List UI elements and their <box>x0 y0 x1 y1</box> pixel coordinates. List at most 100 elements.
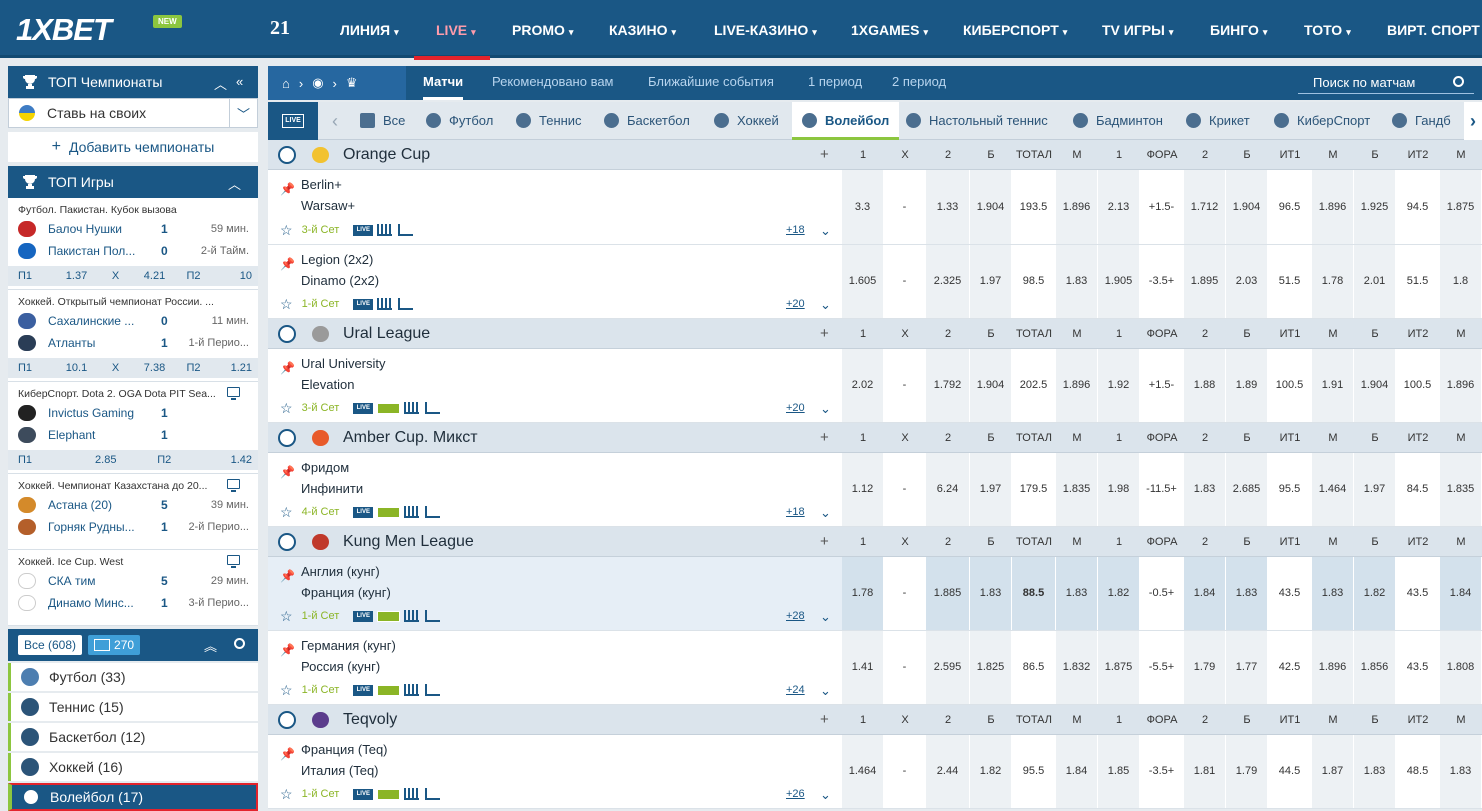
sport-chip-7[interactable]: Бадминтон <box>1073 102 1163 140</box>
sport-chip-8[interactable]: Крикет <box>1186 102 1250 140</box>
star-icon[interactable]: ☆ <box>280 786 293 803</box>
chevron-down-icon[interactable]: ⌄ <box>820 609 831 625</box>
chevron-down-icon[interactable]: ⌄ <box>820 787 831 803</box>
search-matches-input[interactable]: Поиск по матчам <box>1298 72 1474 94</box>
odds-cell[interactable]: 1.82 <box>1098 557 1140 630</box>
odds-cell[interactable]: 94.5 <box>1396 170 1440 244</box>
star-icon[interactable]: ☆ <box>280 608 293 625</box>
odds-cell[interactable]: 1.79 <box>1184 631 1226 704</box>
odds-cell[interactable]: П1 <box>18 362 57 374</box>
nav-item-4[interactable]: LIVE-КАЗИНО ▾ <box>714 0 817 58</box>
team-row[interactable]: СКА тим 5 29 мин. <box>8 570 258 592</box>
odds-cell[interactable]: 2.02 <box>842 349 884 422</box>
odds-cell[interactable]: 2.325 <box>926 245 970 318</box>
odds-cell[interactable]: 1.835 <box>1440 453 1482 526</box>
chart-icon[interactable] <box>425 506 441 518</box>
league-header[interactable]: Ural League +1 X 2 Б ТОТАЛ М 1 ФОРА 2 Б ИТ1 М Б ИТ2 М <box>268 319 1482 349</box>
team-row[interactable]: Пакистан Пол... 0 2-й Тайм. <box>8 240 258 262</box>
collapse-icon[interactable]: ︿ <box>228 174 241 193</box>
more-bets-link[interactable]: +28 <box>786 610 805 622</box>
odds-cell[interactable]: 1.8 <box>1440 245 1482 318</box>
odds-cell[interactable]: 1.832 <box>1056 631 1098 704</box>
star-icon[interactable]: ☆ <box>280 222 293 239</box>
odds-cell[interactable]: 1.896 <box>1440 349 1482 422</box>
odds-cell[interactable]: 1.83 <box>1312 557 1354 630</box>
team-row[interactable]: Динамо Минс... 1 3-й Перио... <box>8 592 258 614</box>
odds-cell[interactable]: 1.85 <box>1098 735 1140 808</box>
odds-cell[interactable]: -3.5+ <box>1140 245 1184 318</box>
chart-icon[interactable] <box>425 788 441 800</box>
statistics-icon[interactable] <box>377 298 393 310</box>
pin-icon[interactable]: 📌 <box>280 747 295 761</box>
team-away[interactable]: Elevation <box>301 377 354 392</box>
odds-cell[interactable]: 6.24 <box>926 453 970 526</box>
top-game-card[interactable]: Хоккей. Чемпионат Казахстана до 20... Аст… <box>8 474 258 550</box>
search-icon[interactable] <box>1453 76 1464 87</box>
pin-icon[interactable]: 📌 <box>280 182 295 196</box>
match-row[interactable]: 📌Berlin+Warsaw+01627252252914☆3-й СетLIV… <box>268 170 1482 245</box>
odds-cell[interactable]: X <box>96 362 135 374</box>
top-game-card[interactable]: Хоккей. Ice Cup. West СКА тим 5 29 мин. Дина… <box>8 550 258 626</box>
chevron-right-icon[interactable]: › <box>1464 102 1482 140</box>
match-row[interactable]: 📌Англия (кунг)Франция (кунг)018018☆1-й С… <box>268 557 1482 631</box>
field-tracker-icon[interactable] <box>377 788 401 800</box>
statistics-icon[interactable] <box>404 788 420 800</box>
odds-cell[interactable]: 1.904 <box>970 170 1012 244</box>
odds-cell[interactable]: 42.5 <box>1268 631 1312 704</box>
odds-cell[interactable]: 1.605 <box>842 245 884 318</box>
nav-item-7[interactable]: TV ИГРЫ ▾ <box>1102 0 1173 58</box>
league-header[interactable]: Amber Cup. Микст +1 X 2 Б ТОТАЛ М 1 ФОРА 2 Б ИТ1 М Б И… <box>268 423 1482 453</box>
odds-cell[interactable]: 1.97 <box>970 453 1012 526</box>
odds-cell[interactable]: 1.905 <box>1098 245 1140 318</box>
team-row[interactable]: Горняк Рудны... 1 2-й Перио... <box>8 516 258 538</box>
odds-cell[interactable]: 51.5 <box>1268 245 1312 318</box>
league-header[interactable]: Orange Cup +1 X 2 Б ТОТАЛ М 1 ФОРА 2 Б ИТ1 М Б ИТ2 М <box>268 140 1482 170</box>
live-stream-icon[interactable]: LIVE <box>353 788 374 800</box>
odds-cell[interactable]: 1.98 <box>1098 453 1140 526</box>
odds-cell[interactable]: 1.83 <box>970 557 1012 630</box>
match-row[interactable]: 📌Франция (Teq)Италия (Teq)020016☆1-й Сет… <box>268 735 1482 809</box>
odds-cell[interactable]: 1.808 <box>1440 631 1482 704</box>
trophy-icon[interactable]: ♛ <box>346 75 358 91</box>
team-away[interactable]: Россия (кунг) <box>301 659 380 674</box>
chevron-down-icon[interactable]: ﹀ <box>229 99 257 127</box>
odds-cell[interactable]: 84.5 <box>1396 453 1440 526</box>
star-icon[interactable]: ☆ <box>280 296 293 313</box>
odds-cell[interactable]: 95.5 <box>1268 453 1312 526</box>
odds-cell[interactable]: 1.37 <box>57 270 96 282</box>
odds-cell[interactable]: - <box>884 735 926 808</box>
odds-cell[interactable]: 44.5 <box>1268 735 1312 808</box>
chevron-left-icon[interactable]: ‹ <box>320 102 350 140</box>
odds-cell[interactable]: 1.835 <box>1056 453 1098 526</box>
match-row[interactable]: 📌Ural UniversityElevation12425101262312☆… <box>268 349 1482 423</box>
team-home[interactable]: Германия (кунг) <box>301 638 396 653</box>
odds-cell[interactable]: 202.5 <box>1012 349 1056 422</box>
live-stream-icon[interactable]: LIVE <box>353 506 374 518</box>
odds-cell[interactable]: 1.904 <box>970 349 1012 422</box>
add-favorite-icon[interactable]: + <box>820 533 829 550</box>
chevron-down-icon[interactable]: ⌄ <box>820 505 831 521</box>
field-tracker-icon[interactable] <box>377 684 401 696</box>
tab-0[interactable]: Матчи <box>423 66 464 100</box>
live-stream-icon[interactable]: LIVE <box>353 224 374 236</box>
more-bets-link[interactable]: +18 <box>786 224 805 236</box>
odds-cell[interactable]: 1.83 <box>1056 245 1098 318</box>
collapse-icon[interactable]: ︿ <box>214 74 227 93</box>
odds-cell[interactable]: 51.5 <box>1396 245 1440 318</box>
odds-cell[interactable]: -5.5+ <box>1140 631 1184 704</box>
odds-cell[interactable]: 1.84 <box>1056 735 1098 808</box>
odds-cell[interactable]: 1.896 <box>1056 170 1098 244</box>
nav-item-0[interactable]: ЛИНИЯ ▾ <box>340 0 399 58</box>
nav-item-10[interactable]: ВИРТ. СПОРТ <box>1387 0 1480 58</box>
odds-cell[interactable]: 86.5 <box>1012 631 1056 704</box>
collapse-all-icon[interactable]: ︽ <box>204 636 217 655</box>
odds-cell[interactable]: 1.81 <box>1184 735 1226 808</box>
field-tracker-icon[interactable] <box>377 402 401 414</box>
top-games-header[interactable]: ТОП Игры ︿ <box>8 166 258 198</box>
tab-3[interactable]: 1 период <box>808 66 862 100</box>
statistics-icon[interactable] <box>404 610 420 622</box>
odds-cell[interactable]: -3.5+ <box>1140 735 1184 808</box>
chart-icon[interactable] <box>425 684 441 696</box>
odds-cell[interactable]: +1.5- <box>1140 170 1184 244</box>
odds-cell[interactable]: 1.97 <box>970 245 1012 318</box>
